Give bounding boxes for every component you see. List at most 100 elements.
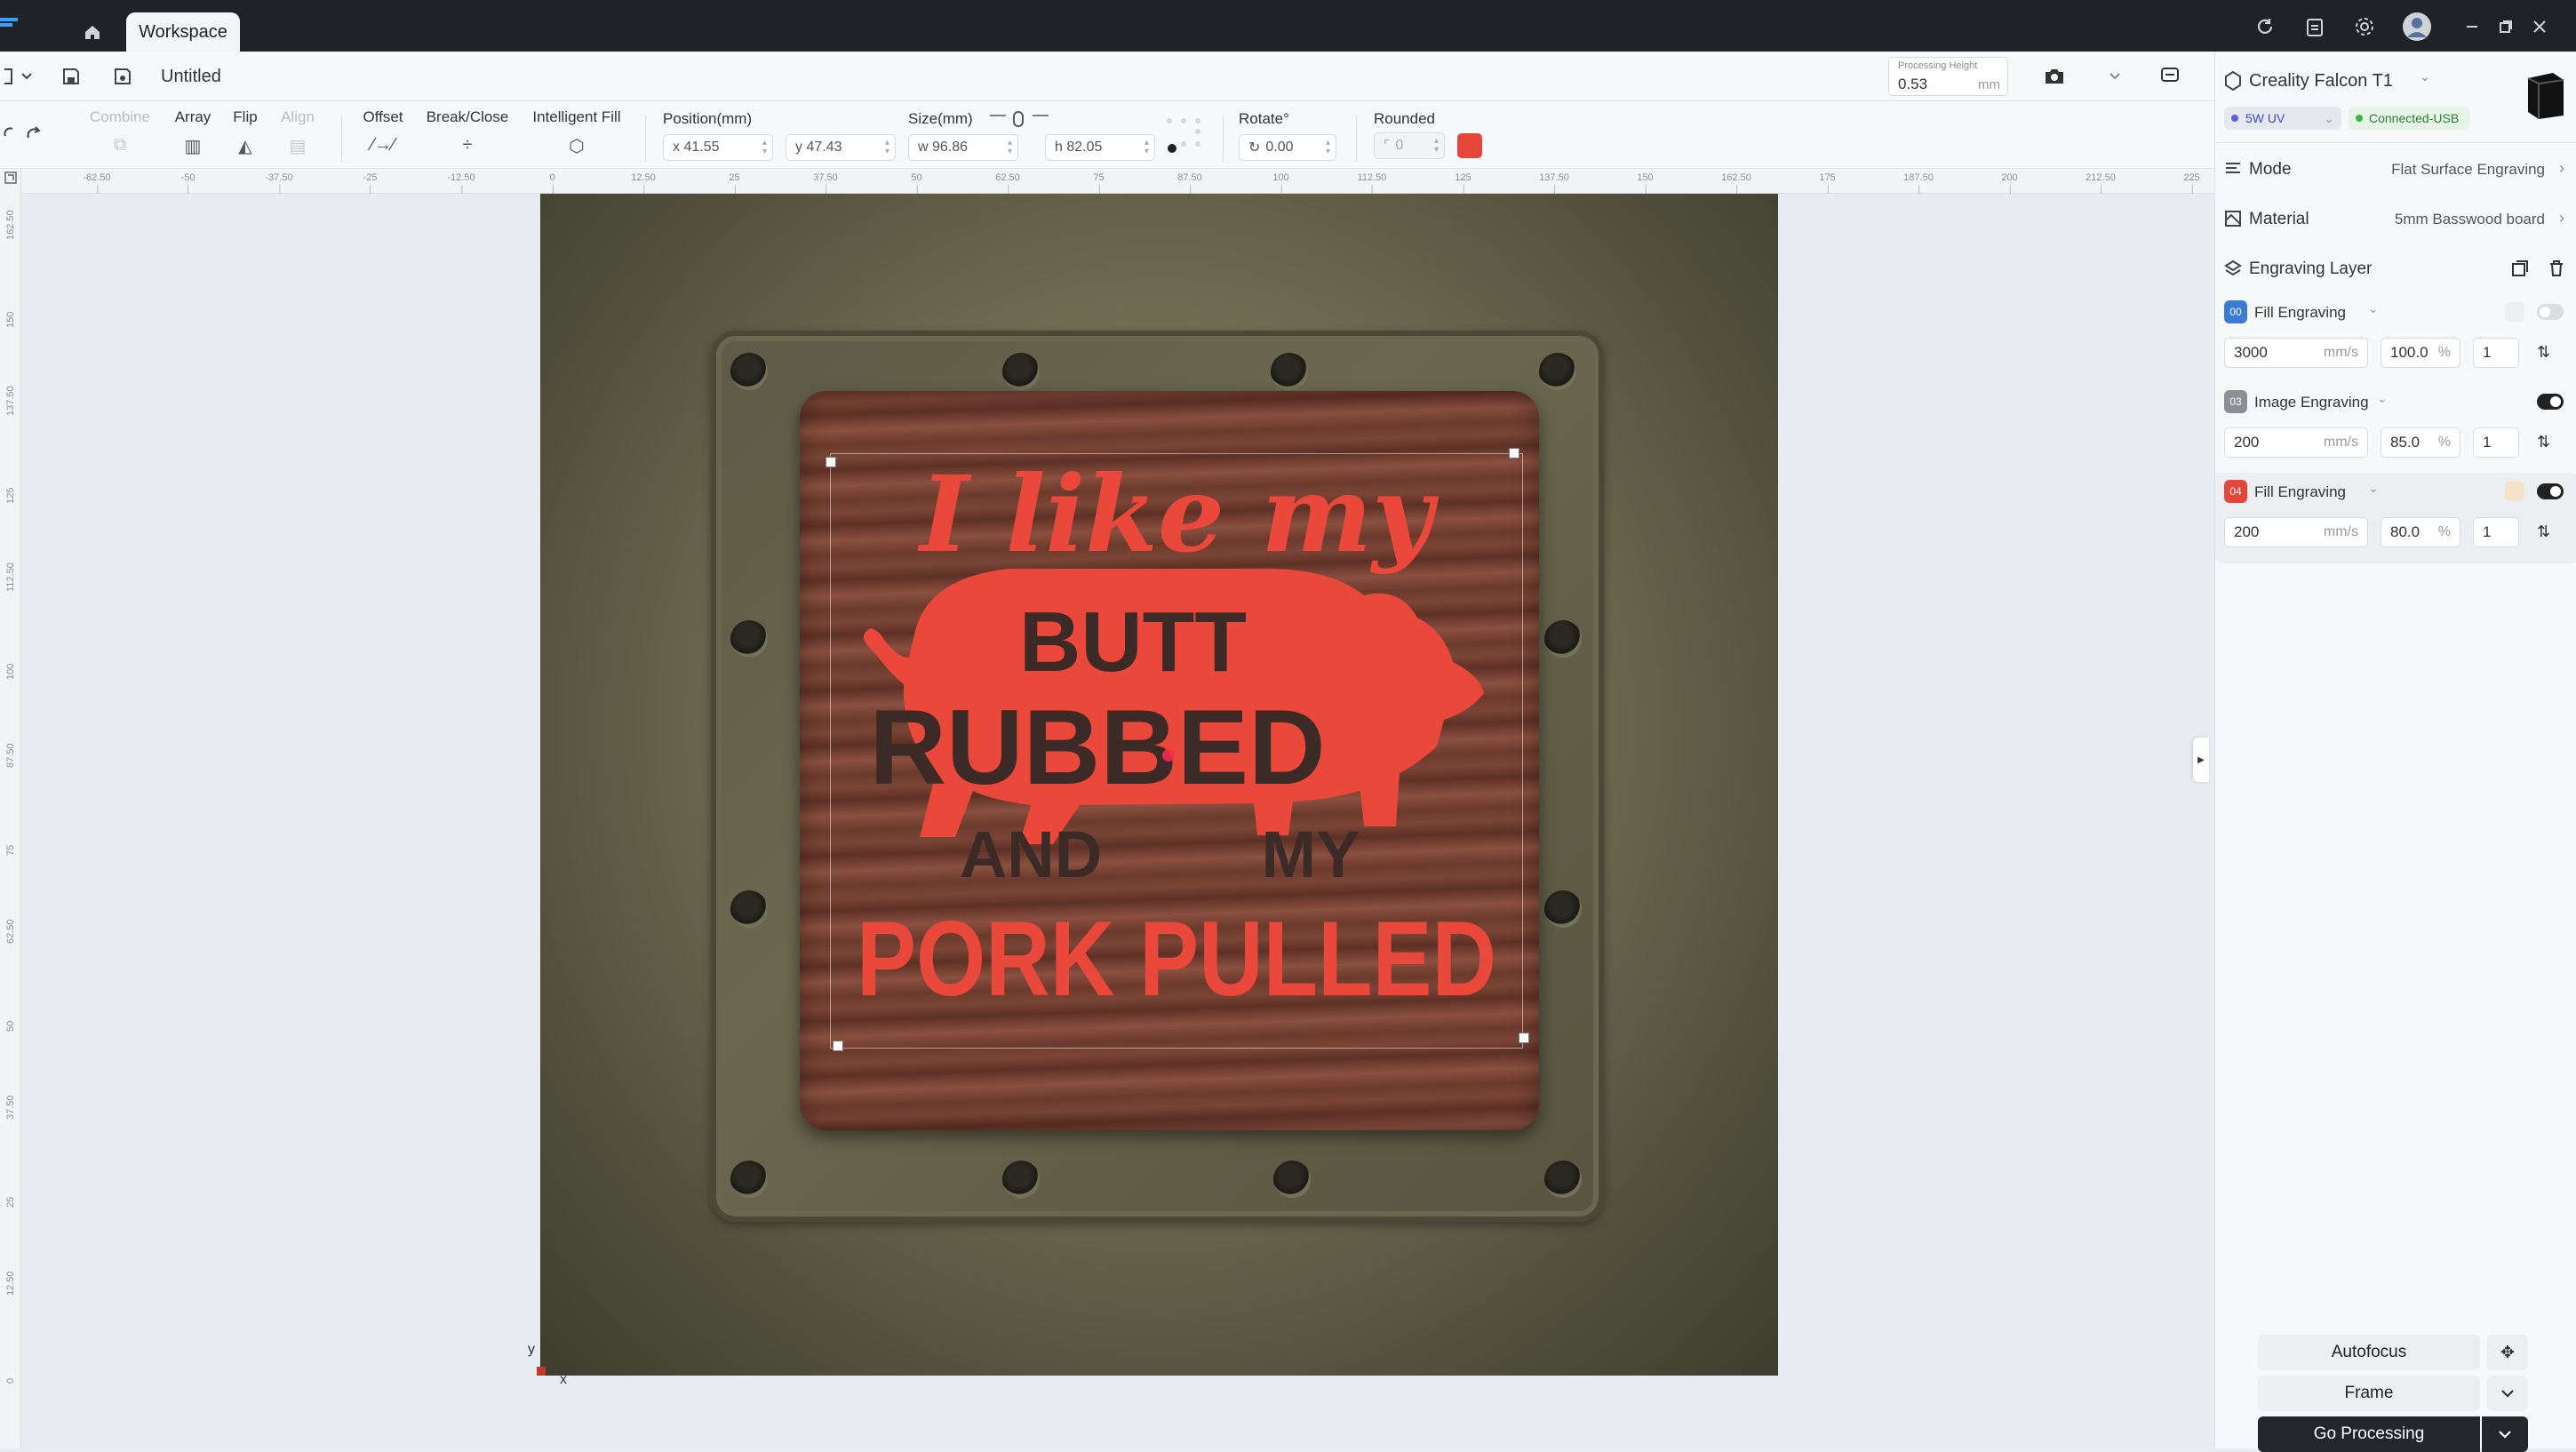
ruler-corner-icon[interactable] (4, 171, 18, 185)
power-input[interactable]: 80.0% (2381, 517, 2460, 547)
stepper-icon[interactable]: ▴ ▾ (762, 139, 767, 156)
resize-handle-top-right[interactable] (1509, 448, 1519, 459)
layer-color-swatch[interactable] (2505, 482, 2524, 501)
stepper-icon[interactable]: ▴ ▾ (1144, 139, 1149, 156)
go-processing-button[interactable]: Go Processing (2258, 1416, 2480, 1452)
material-row[interactable]: Material 5mm Basswood board › (2215, 206, 2576, 236)
device-icon (2224, 70, 2242, 96)
ruler-tick-label: 0 (549, 172, 555, 194)
power-input[interactable]: 100.0% (2381, 338, 2460, 368)
layer-color-swatch[interactable] (2505, 302, 2524, 322)
camera-icon[interactable] (2038, 60, 2070, 92)
minimize-icon[interactable] (2454, 9, 2490, 44)
processing-height-value[interactable]: 0.53 (1898, 76, 1927, 93)
position-x-input[interactable]: x 41.55 ▴ ▾ (663, 134, 773, 161)
flip-tool[interactable]: Flip ◭ (227, 108, 263, 157)
layer-toggle[interactable] (2537, 304, 2564, 320)
passes-input[interactable]: 1 (2473, 517, 2519, 547)
speed-input[interactable]: 200 mm/s (2224, 427, 2368, 458)
size-w-input[interactable]: w 96.86 ▴ ▾ (908, 134, 1018, 161)
autofocus-button[interactable]: Autofocus (2258, 1335, 2480, 1370)
save-as-icon[interactable] (107, 60, 139, 92)
selection-box[interactable] (830, 453, 1523, 1049)
avatar-icon[interactable] (2403, 12, 2431, 41)
resize-handle-top-left[interactable] (825, 457, 836, 467)
delete-layer-icon[interactable] (2548, 259, 2564, 283)
close-icon[interactable] (2522, 9, 2557, 44)
speed-input[interactable]: 200 mm/s (2224, 517, 2368, 547)
chevron-down-icon[interactable] (11, 60, 43, 92)
mode-icon (2224, 160, 2242, 181)
array-tool[interactable]: Array ▥ (171, 108, 215, 157)
material-label: Material (2249, 210, 2309, 228)
frame-button[interactable]: Frame (2258, 1376, 2480, 1411)
position-y-input[interactable]: y 47.43 ▴ ▾ (786, 134, 896, 161)
stepper-icon[interactable]: ▴ ▾ (1008, 139, 1012, 156)
layer-item[interactable]: 00 Fill Engraving ⌄ 3000 mm/s 100.0% 1 ⇅ (2215, 297, 2576, 386)
screw-hole (1539, 353, 1576, 390)
color-swatch-button[interactable] (1457, 133, 1482, 158)
lock-aspect-icon[interactable] (988, 110, 1050, 128)
resize-handle-bottom-right[interactable] (1519, 1033, 1529, 1043)
offset-tool[interactable]: Offset ⁄→⁄ (357, 108, 409, 156)
layer-item-selected[interactable]: 04 Fill Engraving ⌄ 200 mm/s 80.0% 1 ⇅ (2215, 473, 2576, 563)
processing-height-field[interactable]: Processing Height 0.53 mm (1888, 57, 2008, 96)
rotate-input[interactable]: ↻ 0.00 ▴ ▾ (1239, 134, 1336, 161)
anchor-grid-icon[interactable] (1164, 116, 1203, 160)
layer-settings-icon[interactable]: ⇅ (2537, 343, 2550, 362)
clipboard-icon[interactable] (2297, 9, 2333, 44)
restore-icon[interactable] (2488, 9, 2524, 44)
speed-value: 200 (2234, 523, 2260, 540)
chevron-down-icon[interactable]: ⌄ (2368, 481, 2379, 496)
go-processing-chevron-icon[interactable] (2482, 1416, 2528, 1452)
layer-item[interactable]: 03 Image Engraving ⌄ 200 mm/s 85.0% 1 ⇅ (2215, 387, 2576, 475)
home-icon[interactable] (75, 14, 110, 50)
layer-settings-icon[interactable]: ⇅ (2537, 523, 2550, 541)
layer-settings-icon[interactable]: ⇅ (2537, 433, 2550, 451)
ruler-tick-label: 150 (5, 311, 16, 328)
add-layer-icon[interactable] (2511, 259, 2529, 283)
chevron-down-icon[interactable]: ⌄ (2377, 391, 2388, 406)
rounded-input[interactable]: ⌜ 0 ▴ ▾ (1374, 132, 1445, 159)
size-h-input[interactable]: h 82.05 ▴ ▾ (1045, 134, 1155, 161)
combine-tool[interactable]: Combine ⧉ (89, 108, 151, 156)
align-tool[interactable]: Align ▤ (275, 108, 320, 157)
break-close-tool[interactable]: Break/Close ÷ (423, 108, 512, 156)
stepper-icon[interactable]: ▴ ▾ (1434, 137, 1439, 155)
layer-toggle[interactable] (2537, 483, 2564, 499)
chevron-down-icon[interactable]: ⌄ (2368, 301, 2379, 316)
vertical-ruler: 162.50 150 137.50 125 112.50 100 87.50 75 62.50 5… (0, 169, 21, 1448)
intelligent-fill-tool[interactable]: Intelligent Fill ⬡ (528, 108, 626, 157)
frame-options-chevron-icon[interactable] (2487, 1376, 2528, 1411)
undo-icon[interactable] (0, 117, 18, 149)
save-icon[interactable] (55, 60, 87, 92)
device-chevron-icon[interactable]: ⌄ (2420, 69, 2430, 84)
laser-selector[interactable]: 5W UV ⌄ (2224, 107, 2341, 130)
screw-hole (1273, 1161, 1311, 1198)
camera-options-chevron-icon[interactable] (2099, 60, 2131, 92)
layer-name: Image Engraving (2254, 394, 2369, 411)
autofocus-move-icon[interactable]: ✥ (2487, 1335, 2528, 1370)
tab-workspace[interactable]: Workspace (126, 12, 240, 52)
document-title: Untitled (161, 67, 221, 86)
horizontal-ruler: -62.50 -50 -37.50 -25 -12.50 0 12.50 25 37.50 50 6… (21, 169, 2214, 194)
laser-dot-icon (2231, 115, 2238, 122)
stepper-icon[interactable]: ▴ ▾ (1326, 139, 1330, 156)
speed-input[interactable]: 3000 mm/s (2224, 338, 2368, 368)
toolbar: Combine ⧉ Array ▥ Flip ◭ Align ▤ Offset ⁄→⁄ B… (0, 101, 2214, 169)
passes-input[interactable]: 1 (2473, 338, 2519, 368)
frame-label: Frame (2344, 1384, 2394, 1402)
redo-icon[interactable] (18, 117, 50, 149)
resize-handle-bottom-left[interactable] (833, 1041, 843, 1051)
ruler-tick-label: 87.50 (1177, 172, 1202, 194)
layer-toggle[interactable] (2537, 394, 2564, 410)
panel-collapse-handle[interactable]: ▶ (2193, 738, 2209, 782)
passes-input[interactable]: 1 (2473, 427, 2519, 458)
gear-icon[interactable] (2347, 9, 2382, 44)
power-input[interactable]: 85.0% (2381, 427, 2460, 458)
passes-value: 1 (2483, 434, 2492, 451)
mode-row[interactable]: Mode Flat Surface Engraving › (2215, 156, 2576, 187)
refresh-icon[interactable] (2247, 9, 2283, 44)
stepper-icon[interactable]: ▴ ▾ (885, 139, 889, 156)
device-sync-icon[interactable] (2154, 59, 2186, 91)
